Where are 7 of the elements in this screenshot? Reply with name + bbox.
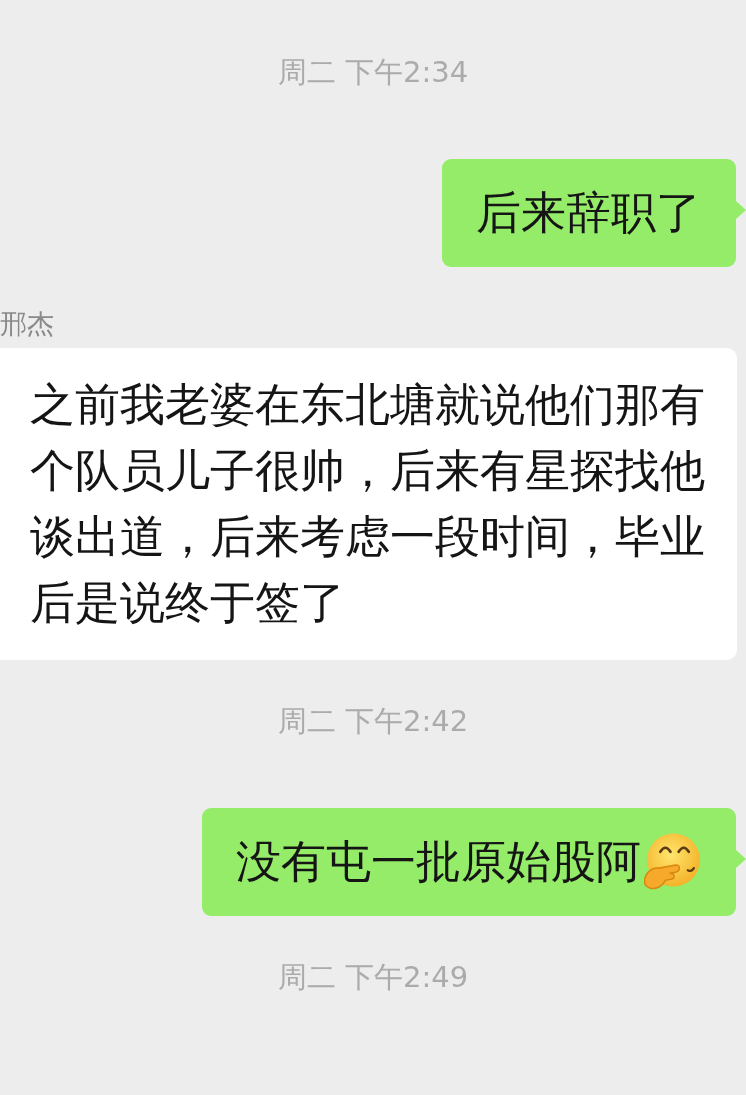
message-text: 后来辞职了 [476, 185, 701, 241]
sender-name: 邢杰 [0, 307, 54, 341]
message-text: 没有屯一批原始股阿 [236, 834, 641, 890]
timestamp: 周二 下午2:42 [277, 703, 469, 740]
message-text: 之前我老婆在东北塘就说他们那有个队员儿子很帅，后来有星探找他谈出道，后来考虑一段时间，毕业后是说终于签了 [30, 377, 706, 631]
timestamp: 周二 下午2:34 [277, 54, 469, 91]
timestamp: 周二 下午2:49 [277, 959, 469, 996]
